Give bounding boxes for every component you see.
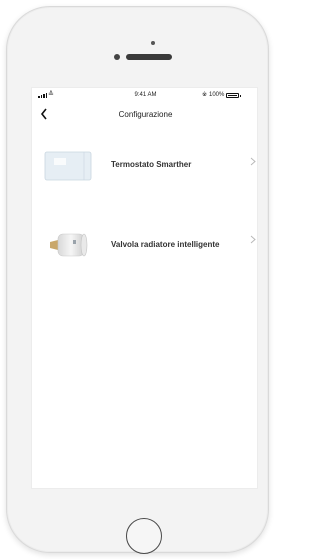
app-screen: ≙ 9:41 AM ※ 100% Configurazione Termosta… [31,87,258,489]
thermostat-image [44,151,92,181]
home-button[interactable] [126,518,162,554]
status-time: 9:41 AM [134,92,157,98]
proximity-sensor [114,54,120,60]
device-item-radiator-valve[interactable]: Valvola radiatore intelligente [32,218,259,268]
chevron-right-icon [250,235,256,247]
page-title: Configurazione [118,110,173,119]
earpiece-speaker [126,54,172,60]
chevron-right-icon [250,157,256,169]
device-label: Termostato Smarther [111,160,192,169]
bluetooth-icon: ※ [202,92,208,98]
status-bar: ≙ 9:41 AM ※ 100% [32,88,259,102]
phone-frame: ≙ 9:41 AM ※ 100% Configurazione Termosta… [6,6,269,554]
device-item-thermostat[interactable]: Termostato Smarther [32,140,259,190]
battery-percent: 100% [209,92,225,98]
battery-icon [226,93,241,98]
navigation-bar: Configurazione [32,104,259,126]
device-label: Valvola radiatore intelligente [111,240,220,249]
radiator-valve-image [50,233,88,257]
front-camera [151,41,155,45]
